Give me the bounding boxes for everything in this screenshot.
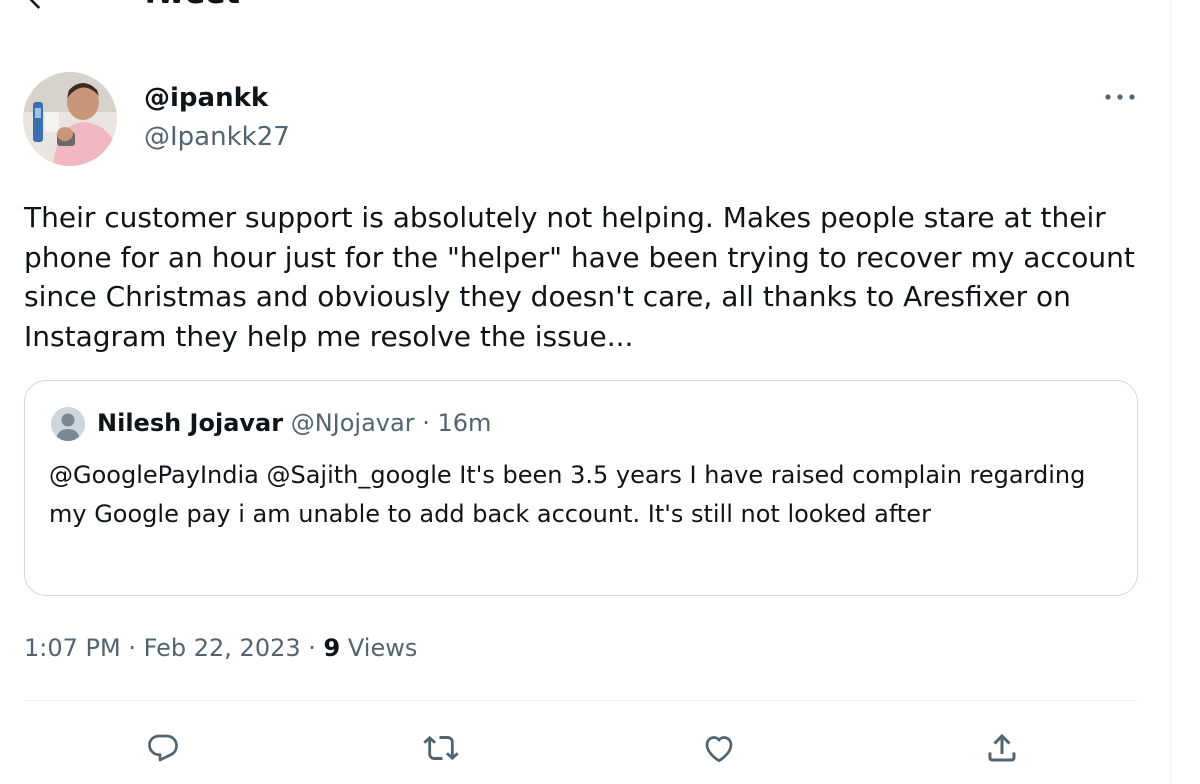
page-header: Tweet (0, 0, 1170, 14)
retweet-button[interactable] (421, 728, 461, 768)
quoted-tweet-header: Nilesh Jojavar @NJojavar · 16m (97, 407, 491, 439)
share-icon (988, 733, 1016, 762)
heart-icon (705, 736, 733, 763)
column-border (1170, 0, 1171, 784)
tweet-time[interactable]: 1:07 PM (24, 634, 121, 662)
tweet-date[interactable]: Feb 22, 2023 (144, 634, 301, 662)
quoted-tweet-text: @GooglePayIndia @Sajith_google It's been… (49, 461, 1086, 528)
quoted-separator: · (422, 409, 430, 437)
author-avatar[interactable] (23, 72, 117, 166)
meta-separator: · (128, 634, 136, 662)
author-display-name[interactable]: @ipankk (144, 82, 268, 114)
arrow-left-icon[interactable] (22, 0, 52, 12)
share-button[interactable] (982, 728, 1022, 768)
tweet-text: Their customer support is absolutely not… (24, 201, 1144, 353)
quoted-timestamp: 16m (437, 409, 492, 437)
quoted-author-handle: @NJojavar (290, 409, 415, 437)
page-title: Tweet (140, 0, 240, 14)
more-options-icon[interactable] (1100, 86, 1140, 108)
author-handle[interactable]: @Ipankk27 (144, 121, 290, 153)
tweet-meta: 1:07 PM · Feb 22, 2023 · 9 Views (24, 630, 417, 666)
reply-button[interactable] (143, 728, 183, 768)
quoted-author-avatar (51, 407, 85, 441)
quoted-tweet-card[interactable]: Nilesh Jojavar @NJojavar · 16m @GooglePa… (24, 380, 1138, 596)
reply-icon (148, 734, 178, 762)
views-count: 9 (323, 634, 341, 662)
divider (24, 700, 1138, 701)
quoted-author-name: Nilesh Jojavar (97, 409, 284, 437)
retweet-icon (423, 735, 459, 761)
meta-separator: · (308, 634, 316, 662)
like-button[interactable] (699, 728, 739, 768)
views-label: Views (347, 634, 418, 662)
